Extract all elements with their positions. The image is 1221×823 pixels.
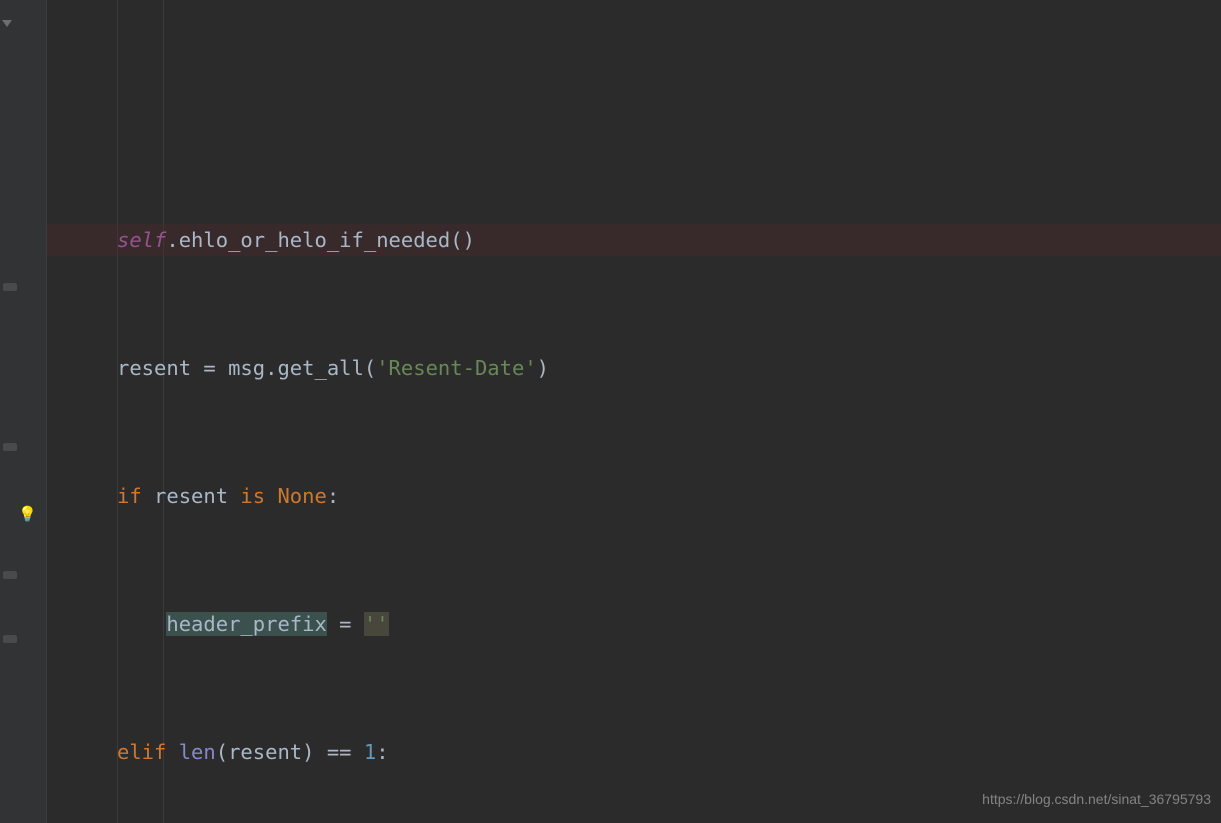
- code[interactable]: self.ehlo_or_helo_if_needed() resent = m…: [47, 0, 1221, 823]
- code-line[interactable]: if resent is None:: [47, 480, 1221, 512]
- code-line[interactable]: elif len(resent) == 1:: [47, 736, 1221, 768]
- watermark: https://blog.csdn.net/sinat_36795793: [982, 783, 1211, 815]
- gutter-marker[interactable]: [3, 635, 17, 643]
- fold-icon[interactable]: [2, 20, 12, 27]
- code-line[interactable]: self.ehlo_or_helo_if_needed(): [47, 224, 1221, 256]
- code-line[interactable]: header_prefix = '': [47, 608, 1221, 640]
- bulb-icon[interactable]: 💡: [18, 505, 37, 523]
- editor: 💡 self.ehlo_or_helo_if_needed() resent =…: [0, 0, 1221, 823]
- gutter-marker[interactable]: [3, 571, 17, 579]
- code-line[interactable]: resent = msg.get_all('Resent-Date'): [47, 352, 1221, 384]
- gutter: 💡: [0, 0, 47, 823]
- gutter-marker[interactable]: [3, 283, 17, 291]
- gutter-marker[interactable]: [3, 443, 17, 451]
